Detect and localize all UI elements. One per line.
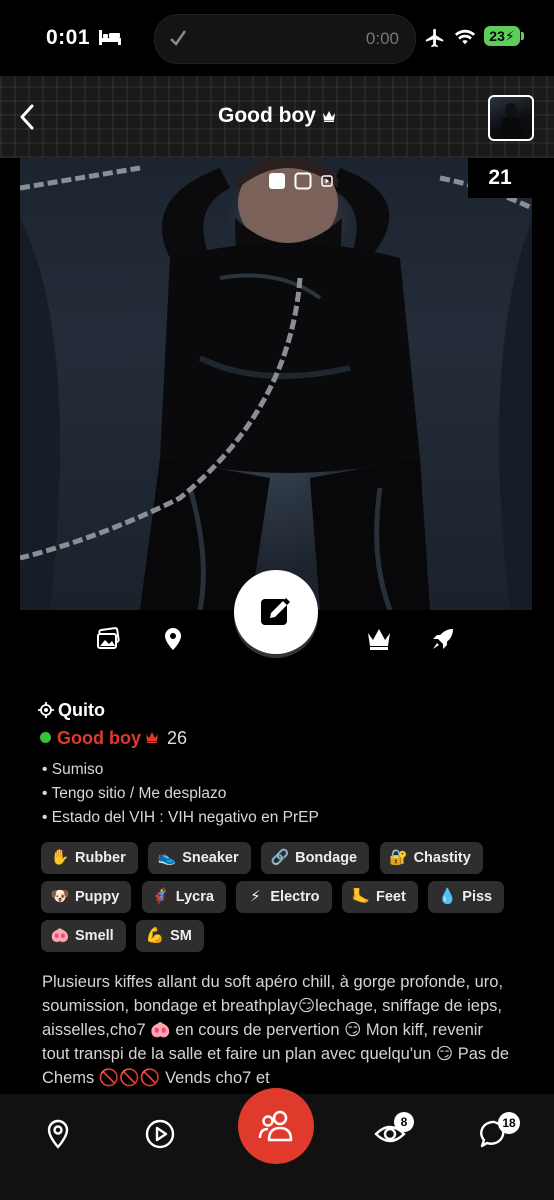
name-row: Good boy 26 <box>40 728 187 749</box>
tag-sm[interactable]: 💪 SM <box>136 920 204 952</box>
tag-label: Lycra <box>175 889 214 905</box>
tag-label: Smell <box>75 928 114 944</box>
profile-thumbnail[interactable] <box>488 95 534 141</box>
interest-tags: ✋ Rubber 👟 Sneaker 🔗 Bondage 🔐 Chastity 🐶 Pup… <box>41 842 521 959</box>
crown-icon[interactable] <box>366 626 392 652</box>
profile-photo[interactable]: 21 <box>20 158 532 610</box>
tag-bondage[interactable]: 🔗 Bondage <box>261 842 370 874</box>
superhero-icon: 🦸 <box>151 888 171 905</box>
tag-electro[interactable]: ⚡ Electro <box>236 881 332 913</box>
tag-label: SM <box>170 928 192 944</box>
photo-indicator-active <box>269 173 285 189</box>
foot-icon: 🦶 <box>351 888 371 905</box>
nav-play-icon[interactable] <box>144 1118 176 1150</box>
crown-icon <box>323 111 335 123</box>
bed-icon <box>99 30 121 45</box>
tag-label: Chastity <box>413 850 471 866</box>
tag-label: Puppy <box>75 889 120 905</box>
people-icon <box>258 1110 293 1142</box>
edit-profile-button[interactable] <box>234 570 318 654</box>
battery-tip <box>521 32 524 40</box>
video-indicator <box>321 175 333 187</box>
nav-messages[interactable]: 18 <box>478 1112 520 1150</box>
tag-label: Rubber <box>75 850 126 866</box>
online-status-dot <box>40 732 51 743</box>
wifi-icon <box>454 29 476 45</box>
location-pin-icon[interactable] <box>160 626 186 652</box>
tag-label: Bondage <box>295 850 358 866</box>
tag-lycra[interactable]: 🦸 Lycra <box>141 881 226 913</box>
tag-sneaker[interactable]: 👟 Sneaker <box>148 842 251 874</box>
city-name: Quito <box>58 700 105 720</box>
profile-photo-card: 21 <box>20 158 532 668</box>
tag-puppy[interactable]: 🐶 Puppy <box>41 881 132 913</box>
location-row: Quito <box>38 700 105 721</box>
tag-label: Electro <box>270 889 320 905</box>
nav-map-pin-icon[interactable] <box>42 1118 74 1150</box>
crown-icon <box>146 732 158 743</box>
charging-icon: ⚡ <box>504 28 515 44</box>
lightning-icon: ⚡ <box>250 888 261 905</box>
profile-facts: • Sumiso • Tengo sitio / Me desplazo • E… <box>42 758 319 830</box>
gallery-icon[interactable] <box>96 626 122 652</box>
views-badge: 8 <box>394 1112 414 1132</box>
profile-header: Good boy <box>0 76 554 158</box>
page-title-text: Good boy <box>218 104 316 127</box>
media-indicators <box>268 172 337 190</box>
photo-figure <box>20 158 532 610</box>
status-time: 0:01 <box>46 26 91 49</box>
page-title: Good boy <box>0 104 554 128</box>
status-bar: 0:01 0:00 23⚡ <box>0 0 554 76</box>
check-icon <box>170 30 187 46</box>
sneaker-icon: 👟 <box>157 849 177 866</box>
tag-label: Feet <box>376 889 406 905</box>
profile-age: 26 <box>167 728 188 748</box>
messages-badge: 18 <box>498 1112 520 1134</box>
puppy-mask-icon: 🐶 <box>50 888 70 905</box>
chain-icon: 🔗 <box>270 849 290 866</box>
rubber-glove-icon: ✋ <box>50 849 70 866</box>
tag-piss[interactable]: 💧 Piss <box>428 881 505 913</box>
tag-chastity[interactable]: 🔐 Chastity <box>379 842 483 874</box>
airplane-mode-icon <box>425 28 444 48</box>
photo-count: 21 <box>468 158 532 198</box>
battery-level: 23 <box>489 28 505 44</box>
profile-bio: Plusieurs kiffes allant du soft apéro ch… <box>42 973 510 1087</box>
nav-viewers[interactable]: 8 <box>374 1112 414 1150</box>
island-timer: 0:00 <box>365 29 399 48</box>
droplet-icon: 💧 <box>437 888 457 905</box>
tag-smell[interactable]: 🐽 Smell <box>41 920 126 952</box>
tag-rubber[interactable]: ✋ Rubber <box>41 842 138 874</box>
fact-item: • Tengo sitio / Me desplazo <box>42 785 227 802</box>
location-target-icon <box>38 702 54 718</box>
pig-nose-icon: 🐽 <box>50 927 70 944</box>
fact-item: • Estado del VIH : VIH negativo en PrEP <box>42 809 319 826</box>
tag-label: Piss <box>462 889 493 905</box>
dynamic-island[interactable]: 0:00 <box>154 14 416 64</box>
lock-icon: 🔐 <box>389 849 408 866</box>
fact-item: • Sumiso <box>42 761 104 778</box>
thumbnail-figure <box>498 103 524 139</box>
profile-name: Good boy <box>57 728 141 748</box>
flexed-biceps-icon: 💪 <box>145 927 165 944</box>
photo-indicator <box>294 172 312 190</box>
boost-rocket-icon[interactable] <box>430 626 456 652</box>
tag-feet[interactable]: 🦶 Feet <box>342 881 418 913</box>
tag-label: Sneaker <box>182 850 239 866</box>
battery-indicator: 23⚡ <box>484 26 520 46</box>
edit-icon <box>261 598 290 625</box>
nav-community-button[interactable] <box>238 1088 314 1164</box>
